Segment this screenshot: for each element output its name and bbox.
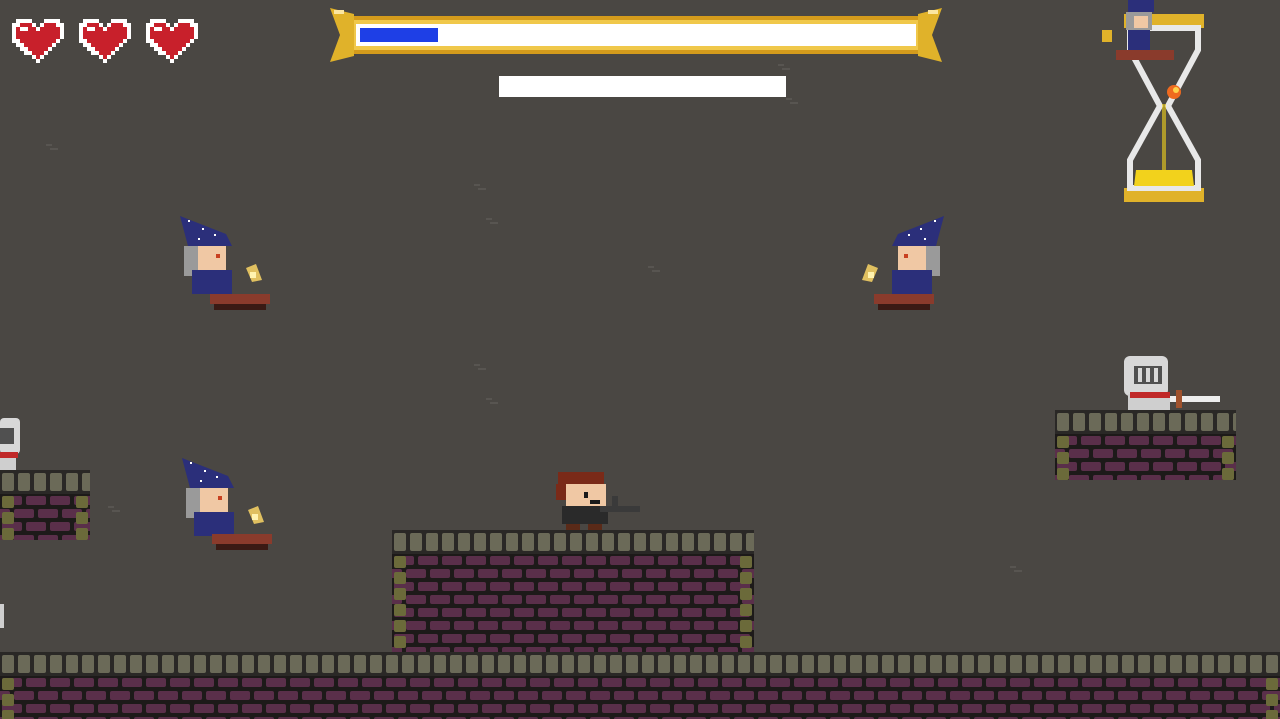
dust-mark — [1010, 566, 1022, 572]
game-stage[interactable] — [0, 0, 1280, 719]
left-brick-ledge — [0, 470, 90, 540]
wizard-on-carpet-icon — [1102, 0, 1174, 60]
dust-mark — [46, 144, 58, 150]
wizard-on-carpet-icon — [862, 216, 944, 310]
heart-icon — [146, 19, 198, 63]
right-brick-ledge — [1055, 410, 1236, 480]
wizard-on-carpet-icon — [182, 458, 272, 550]
dust-mark — [786, 98, 798, 104]
dust-mark — [486, 398, 498, 404]
knight-icon — [0, 418, 20, 474]
dust-mark — [778, 64, 790, 70]
heart-icon — [12, 19, 64, 63]
gunner-player-icon[interactable] — [552, 470, 648, 536]
wizard-on-carpet-icon — [180, 216, 270, 310]
progress-bar — [356, 24, 916, 46]
dust-mark — [486, 218, 498, 224]
progress-bar-fill — [360, 28, 438, 42]
heart-icon — [79, 19, 131, 63]
knight-with-sword-icon — [1124, 356, 1220, 412]
dust-mark — [648, 266, 660, 272]
dust-mark — [474, 364, 486, 370]
dust-mark — [108, 506, 120, 512]
ground-floor — [0, 652, 1280, 719]
edge-marker — [0, 604, 4, 628]
dust-mark — [474, 184, 486, 190]
status-bar — [499, 76, 786, 97]
